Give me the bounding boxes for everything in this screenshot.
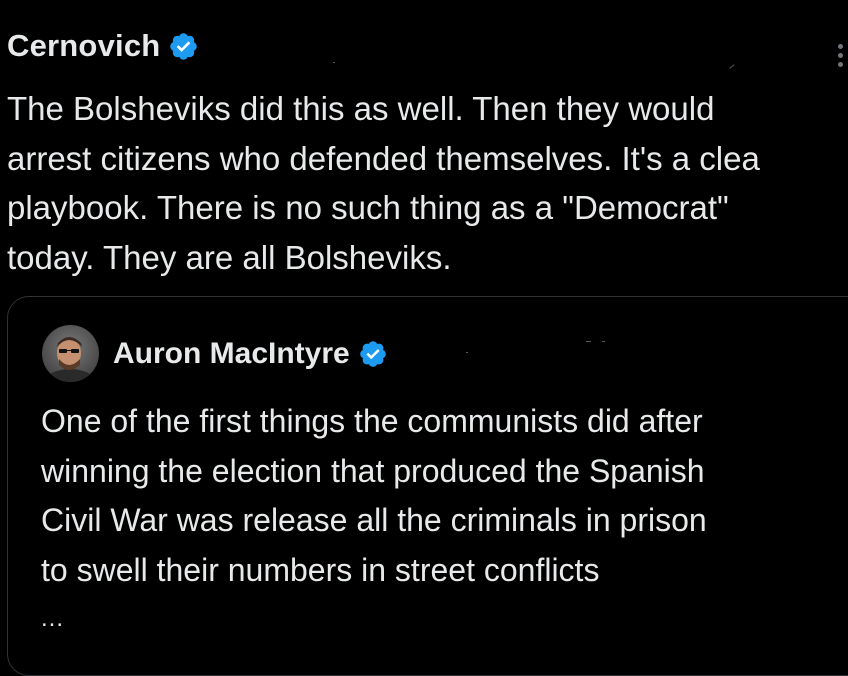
tweet-header: Cernovich [7, 28, 199, 64]
divider-speck [333, 62, 335, 63]
quoted-text-line: winning the election that produced the S… [41, 452, 705, 489]
verified-badge-icon [170, 32, 198, 60]
quoted-author-name[interactable]: Auron MacIntyre [113, 337, 350, 371]
tweet-text: The Bolsheviks did this as well. Then th… [7, 84, 848, 282]
divider-speck [602, 341, 605, 342]
tweet-text-line: arrest citizens who defended themselves.… [7, 139, 760, 177]
verified-badge-icon [359, 340, 386, 367]
divider-speck [466, 352, 468, 353]
show-more-ellipsis[interactable]: ... [41, 605, 64, 633]
quoted-tweet-text: One of the first things the communists d… [41, 397, 848, 595]
tweet-text-line: today. They are all Bolsheviks. [7, 238, 452, 276]
quoted-tweet-header: Auron MacIntyre [42, 325, 388, 382]
tweet[interactable]: Cernovich The Bolsheviks did this as wel… [0, 0, 848, 676]
quoted-text-line: to swell their numbers in street conflic… [41, 551, 600, 588]
avatar-photo [42, 325, 99, 382]
avatar[interactable] [42, 325, 99, 382]
quoted-text-line: Civil War was release all the criminals … [41, 502, 707, 538]
tweet-text-line: The Bolsheviks did this as well. Then th… [7, 90, 715, 127]
tweet-text-line: playbook. There is no such thing as a "D… [7, 189, 729, 226]
quoted-text-line: One of the first things the communists d… [41, 403, 703, 439]
divider-speck [586, 341, 591, 342]
quoted-tweet-card[interactable]: Auron MacIntyre One of the first things … [7, 296, 848, 676]
author-name[interactable]: Cernovich [7, 28, 160, 64]
more-options-icon[interactable] [838, 44, 846, 72]
divider-speck [729, 64, 735, 69]
